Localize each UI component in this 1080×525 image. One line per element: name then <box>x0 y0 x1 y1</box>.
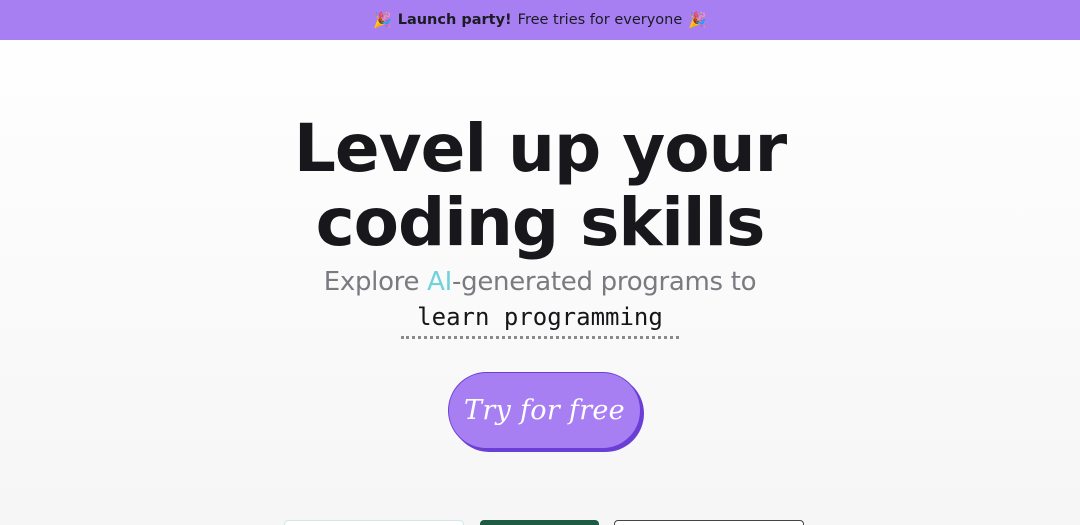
typed-text: learn programming <box>401 300 679 339</box>
banner-strong-text: Launch party! <box>397 12 512 28</box>
hero-title: Level up your coding skills <box>0 112 1080 260</box>
hero-title-line-1: Level up your <box>293 110 787 187</box>
subtitle-before: Explore <box>323 267 428 297</box>
party-popper-icon: 🎉 <box>688 10 707 29</box>
party-popper-icon: 🎉 <box>373 10 392 29</box>
preview-card[interactable] <box>284 520 464 525</box>
hero-title-line-2: coding skills <box>315 184 766 261</box>
try-for-free-button[interactable]: Try for free <box>448 372 641 449</box>
subtitle-after: -generated programs to <box>452 267 757 297</box>
preview-card[interactable] <box>480 520 599 525</box>
subtitle-ai-accent: AI <box>427 267 453 297</box>
landing-page: 🎉 Launch party! Free tries for everyone … <box>0 0 1080 525</box>
preview-card[interactable] <box>614 520 804 525</box>
hero-subtitle: Explore AI-generated programs to <box>0 264 1080 300</box>
typed-text-wrap: learn programming <box>0 300 1080 339</box>
announcement-banner[interactable]: 🎉 Launch party! Free tries for everyone … <box>0 0 1080 40</box>
banner-text: Free tries for everyone <box>517 12 683 28</box>
